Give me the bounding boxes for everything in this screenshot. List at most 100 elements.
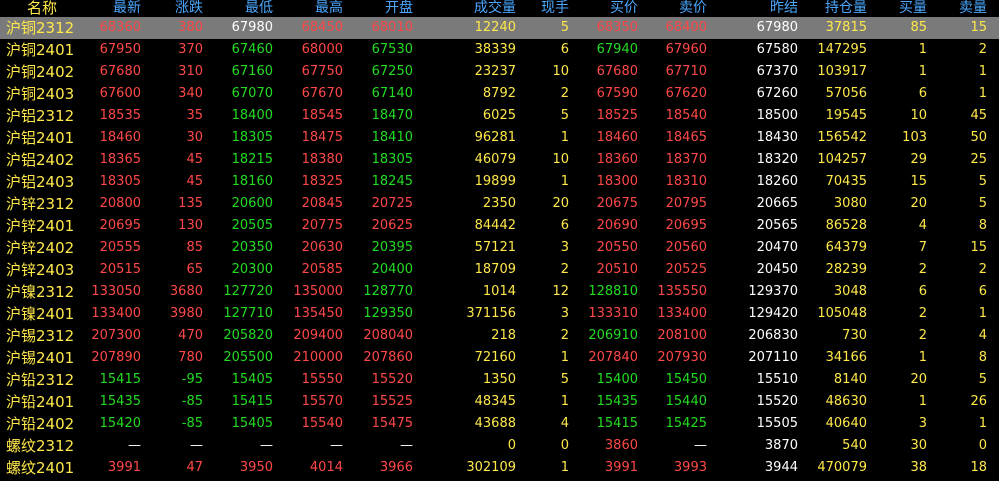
- open-interest-cell: 37815: [825, 20, 867, 35]
- low-price-cell: 67460: [231, 42, 273, 57]
- last-price-cell: 18460: [99, 130, 141, 145]
- ask-volume-cell: 5: [978, 196, 987, 211]
- current-hand-cell: 1: [560, 394, 569, 409]
- table-row[interactable]: 沪铜2401 67950 370 67460 68000 67530 38339 6 67940…: [0, 39, 999, 61]
- table-row[interactable]: 沪铝2402 18365 45 18215 18380 18305 46079 10 18360…: [0, 149, 999, 171]
- header-bid[interactable]: 买价: [574, 0, 638, 18]
- table-row[interactable]: 沪铝2401 18460 30 18305 18475 18410 96281 1 18460 1…: [0, 127, 999, 149]
- ask-volume-cell: 1: [978, 306, 987, 321]
- open-price-cell: 67250: [371, 64, 413, 79]
- bid-price-cell: 206910: [588, 328, 638, 343]
- change-cell: 340: [178, 86, 203, 101]
- high-price-cell: 67670: [301, 86, 343, 101]
- header-prev-settle[interactable]: 昨结: [712, 0, 798, 18]
- last-price-cell: 15435: [99, 394, 141, 409]
- contract-name: 沪铜2403: [6, 85, 75, 103]
- header-name[interactable]: 名称: [27, 0, 73, 18]
- contract-name: 沪铅2402: [6, 415, 75, 433]
- low-price-cell: 15405: [231, 372, 273, 387]
- ask-volume-cell: 15: [970, 240, 987, 255]
- low-price-cell: —: [260, 438, 273, 453]
- contract-name: 沪铜2402: [6, 63, 75, 81]
- current-hand-cell: 5: [560, 20, 569, 35]
- table-row[interactable]: 沪铅2312 15415 -95 15405 15550 15520 1350 5 15400 1…: [0, 369, 999, 391]
- prev-settle-cell: 20450: [756, 262, 798, 277]
- header-open-interest[interactable]: 持仓量: [802, 0, 867, 18]
- last-price-cell: 67680: [99, 64, 141, 79]
- change-cell: 3980: [169, 306, 203, 321]
- table-row[interactable]: 螺纹2401 3991 47 3950 4014 3966 302109 1 3991 3993 3…: [0, 457, 999, 479]
- low-price-cell: 20600: [231, 196, 273, 211]
- header-last[interactable]: 最新: [82, 0, 141, 18]
- table-row[interactable]: 沪铝2403 18305 45 18160 18325 18245 19899 1 18300 1…: [0, 171, 999, 193]
- contract-name: 沪铝2403: [6, 173, 75, 191]
- ask-price-cell: 15450: [665, 372, 707, 387]
- high-price-cell: 18475: [301, 130, 343, 145]
- table-row[interactable]: 沪锡2312 207300 470 205820 209400 208040 218 2 206…: [0, 325, 999, 347]
- header-current-hand[interactable]: 现手: [520, 0, 569, 18]
- table-row[interactable]: 沪锌2403 20515 65 20300 20585 20400 18709 2 20510 2…: [0, 259, 999, 281]
- last-price-cell: 67950: [99, 42, 141, 57]
- open-interest-cell: 540: [842, 438, 867, 453]
- ask-price-cell: 20795: [665, 196, 707, 211]
- open-price-cell: 3966: [379, 460, 413, 475]
- bid-volume-cell: 4: [918, 218, 927, 233]
- last-price-cell: 18535: [99, 108, 141, 123]
- table-row[interactable]: 沪锡2401 207890 780 205500 210000 207860 72160 1 2…: [0, 347, 999, 369]
- current-hand-cell: 12: [552, 284, 569, 299]
- table-row[interactable]: 沪铜2312 68360 380 67980 68450 68010 12240 5 68350…: [0, 17, 999, 39]
- bid-price-cell: 67940: [596, 42, 638, 57]
- current-hand-cell: 20: [552, 196, 569, 211]
- current-hand-cell: 6: [560, 42, 569, 57]
- table-row[interactable]: 螺纹2312 — — — — — 0 0 3860 — 3870 540 30 0: [0, 435, 999, 457]
- table-row[interactable]: 沪镍2312 133050 3680 127720 135000 128770 1014 12…: [0, 281, 999, 303]
- open-price-cell: 18305: [371, 152, 413, 167]
- table-row[interactable]: 沪铅2402 15420 -85 15405 15540 15475 43688 4 15415…: [0, 413, 999, 435]
- high-price-cell: 20630: [301, 240, 343, 255]
- table-row[interactable]: 沪镍2401 133400 3980 127710 135450 129350 371156…: [0, 303, 999, 325]
- low-price-cell: 15415: [231, 394, 273, 409]
- table-row[interactable]: 沪锌2312 20800 135 20600 20845 20725 2350 20 20675…: [0, 193, 999, 215]
- change-cell: 65: [186, 262, 203, 277]
- change-cell: 370: [178, 42, 203, 57]
- current-hand-cell: 1: [560, 460, 569, 475]
- contract-name: 沪锡2401: [6, 349, 75, 367]
- current-hand-cell: 0: [560, 438, 569, 453]
- header-ask[interactable]: 卖价: [643, 0, 707, 18]
- high-price-cell: 18545: [301, 108, 343, 123]
- change-cell: 380: [178, 20, 203, 35]
- last-price-cell: 15415: [99, 372, 141, 387]
- open-interest-cell: 40640: [825, 416, 867, 431]
- ask-volume-cell: 50: [970, 130, 987, 145]
- header-low[interactable]: 最低: [208, 0, 273, 18]
- volume-cell: 23237: [474, 64, 516, 79]
- header-high[interactable]: 最高: [278, 0, 343, 18]
- contract-name: 沪铅2312: [6, 371, 75, 389]
- open-interest-cell: 103917: [817, 64, 867, 79]
- bid-price-cell: 3860: [604, 438, 638, 453]
- change-cell: 3680: [169, 284, 203, 299]
- ask-volume-cell: 1: [978, 64, 987, 79]
- table-row[interactable]: 沪铅2401 15435 -85 15415 15570 15525 48345 1 15435…: [0, 391, 999, 413]
- bid-volume-cell: 2: [918, 262, 927, 277]
- header-ask-volume[interactable]: 卖量: [932, 0, 987, 18]
- open-interest-cell: 48630: [825, 394, 867, 409]
- table-row[interactable]: 沪锌2401 20695 130 20505 20775 20625 84442 6 20690…: [0, 215, 999, 237]
- header-bid-volume[interactable]: 买量: [872, 0, 927, 18]
- table-row[interactable]: 沪锌2402 20555 85 20350 20630 20395 57121 3 20550 2…: [0, 237, 999, 259]
- change-cell: 45: [186, 152, 203, 167]
- table-row[interactable]: 沪铜2402 67680 310 67160 67750 67250 23237 10 6768…: [0, 61, 999, 83]
- bid-price-cell: 20510: [596, 262, 638, 277]
- low-price-cell: 20505: [231, 218, 273, 233]
- bid-price-cell: 67680: [596, 64, 638, 79]
- header-volume[interactable]: 成交量: [420, 0, 516, 18]
- volume-cell: 2350: [482, 196, 516, 211]
- open-price-cell: 18410: [371, 130, 413, 145]
- header-open[interactable]: 开盘: [348, 0, 413, 18]
- header-change[interactable]: 涨跌: [146, 0, 203, 18]
- open-price-cell: —: [400, 438, 413, 453]
- table-row[interactable]: 沪铝2312 18535 35 18400 18545 18470 6025 5 18525 18…: [0, 105, 999, 127]
- bid-price-cell: 20550: [596, 240, 638, 255]
- open-interest-cell: 8140: [833, 372, 867, 387]
- table-row[interactable]: 沪铜2403 67600 340 67070 67670 67140 8792 2 67590 6…: [0, 83, 999, 105]
